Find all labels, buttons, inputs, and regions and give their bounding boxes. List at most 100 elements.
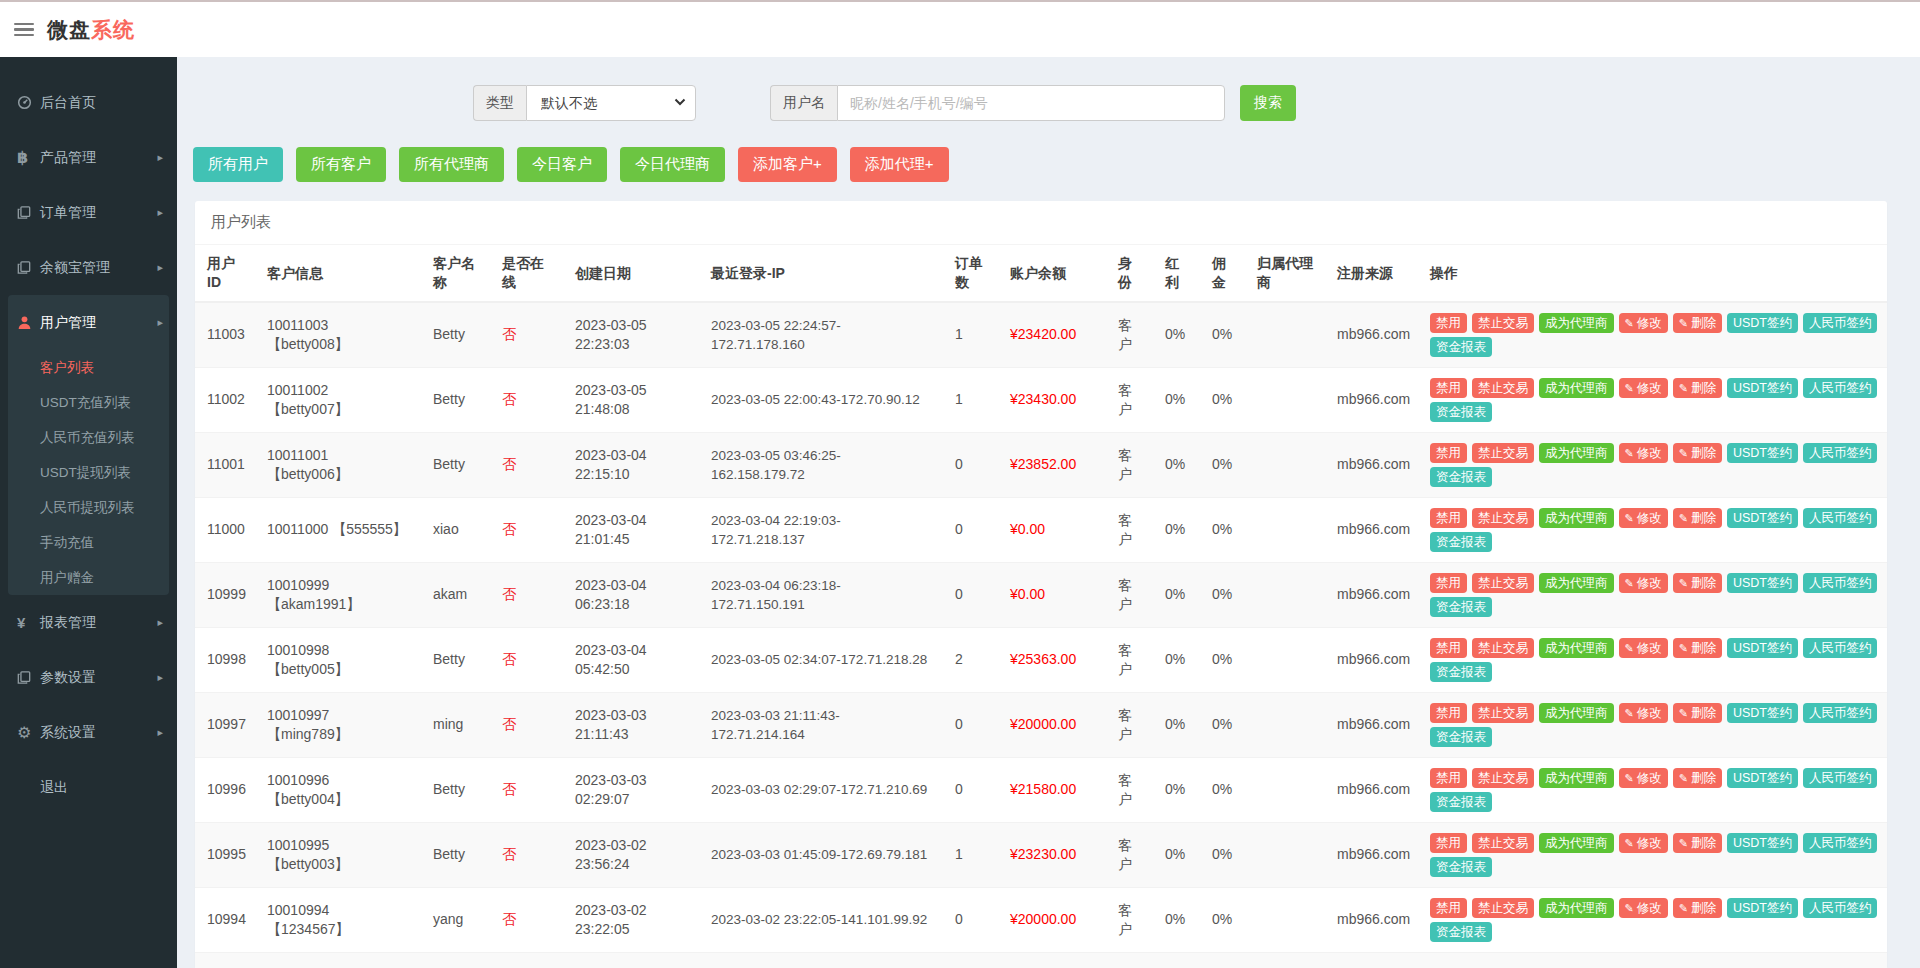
quick-action-4[interactable]: 今日代理商 xyxy=(620,147,725,182)
row-action-修改[interactable]: ✎修改 xyxy=(1619,638,1668,658)
brand-logo[interactable]: 微盘系统 xyxy=(47,16,135,44)
row-action-禁用[interactable]: 禁用 xyxy=(1430,313,1467,333)
row-action-USDT签约[interactable]: USDT签约 xyxy=(1727,898,1798,918)
row-action-修改[interactable]: ✎修改 xyxy=(1619,768,1668,788)
row-action-成为代理商[interactable]: 成为代理商 xyxy=(1539,573,1614,593)
row-action-资金报表[interactable]: 资金报表 xyxy=(1430,792,1492,812)
quick-action-3[interactable]: 今日客户 xyxy=(517,147,607,182)
row-action-禁止交易[interactable]: 禁止交易 xyxy=(1472,443,1534,463)
row-action-成为代理商[interactable]: 成为代理商 xyxy=(1539,508,1614,528)
row-action-修改[interactable]: ✎修改 xyxy=(1619,833,1668,853)
row-action-删除[interactable]: ✎删除 xyxy=(1673,768,1722,788)
row-action-禁止交易[interactable]: 禁止交易 xyxy=(1472,508,1534,528)
sidebar-item-3[interactable]: 余额宝管理▸ xyxy=(0,240,177,295)
row-action-成为代理商[interactable]: 成为代理商 xyxy=(1539,443,1614,463)
row-action-成为代理商[interactable]: 成为代理商 xyxy=(1539,378,1614,398)
quick-action-1[interactable]: 所有客户 xyxy=(296,147,386,182)
row-action-USDT签约[interactable]: USDT签约 xyxy=(1727,508,1798,528)
row-action-USDT签约[interactable]: USDT签约 xyxy=(1727,768,1798,788)
row-action-禁用[interactable]: 禁用 xyxy=(1430,443,1467,463)
row-action-资金报表[interactable]: 资金报表 xyxy=(1430,727,1492,747)
row-action-修改[interactable]: ✎修改 xyxy=(1619,703,1668,723)
row-action-禁止交易[interactable]: 禁止交易 xyxy=(1472,768,1534,788)
sidebar-subitem-0[interactable]: 客户列表 xyxy=(8,350,169,385)
row-action-删除[interactable]: ✎删除 xyxy=(1673,898,1722,918)
row-action-人民币签约[interactable]: 人民币签约 xyxy=(1803,638,1878,658)
row-action-删除[interactable]: ✎删除 xyxy=(1673,313,1722,333)
row-action-USDT签约[interactable]: USDT签约 xyxy=(1727,443,1798,463)
sidebar-item-8[interactable]: 退出 xyxy=(0,760,177,815)
row-action-USDT签约[interactable]: USDT签约 xyxy=(1727,833,1798,853)
row-action-禁用[interactable]: 禁用 xyxy=(1430,573,1467,593)
row-action-USDT签约[interactable]: USDT签约 xyxy=(1727,378,1798,398)
row-action-USDT签约[interactable]: USDT签约 xyxy=(1727,703,1798,723)
row-action-修改[interactable]: ✎修改 xyxy=(1619,508,1668,528)
row-action-修改[interactable]: ✎修改 xyxy=(1619,573,1668,593)
row-action-资金报表[interactable]: 资金报表 xyxy=(1430,337,1492,357)
row-action-人民币签约[interactable]: 人民币签约 xyxy=(1803,573,1878,593)
sidebar-subitem-6[interactable]: 用户赠金 xyxy=(8,560,169,595)
row-action-资金报表[interactable]: 资金报表 xyxy=(1430,467,1492,487)
row-action-成为代理商[interactable]: 成为代理商 xyxy=(1539,768,1614,788)
sidebar-subitem-2[interactable]: 人民币充值列表 xyxy=(8,420,169,455)
row-action-修改[interactable]: ✎修改 xyxy=(1619,313,1668,333)
quick-action-2[interactable]: 所有代理商 xyxy=(399,147,504,182)
row-action-人民币签约[interactable]: 人民币签约 xyxy=(1803,833,1878,853)
row-action-资金报表[interactable]: 资金报表 xyxy=(1430,662,1492,682)
row-action-禁用[interactable]: 禁用 xyxy=(1430,833,1467,853)
row-action-USDT签约[interactable]: USDT签约 xyxy=(1727,638,1798,658)
row-action-禁用[interactable]: 禁用 xyxy=(1430,703,1467,723)
row-action-删除[interactable]: ✎删除 xyxy=(1673,573,1722,593)
row-action-删除[interactable]: ✎删除 xyxy=(1673,378,1722,398)
row-action-成为代理商[interactable]: 成为代理商 xyxy=(1539,703,1614,723)
username-input[interactable] xyxy=(837,85,1225,121)
row-action-人民币签约[interactable]: 人民币签约 xyxy=(1803,703,1878,723)
row-action-成为代理商[interactable]: 成为代理商 xyxy=(1539,833,1614,853)
row-action-禁止交易[interactable]: 禁止交易 xyxy=(1472,313,1534,333)
row-action-人民币签约[interactable]: 人民币签约 xyxy=(1803,898,1878,918)
sidebar-item-2[interactable]: 订单管理▸ xyxy=(0,185,177,240)
row-action-修改[interactable]: ✎修改 xyxy=(1619,378,1668,398)
row-action-禁止交易[interactable]: 禁止交易 xyxy=(1472,573,1534,593)
row-action-人民币签约[interactable]: 人民币签约 xyxy=(1803,378,1878,398)
row-action-人民币签约[interactable]: 人民币签约 xyxy=(1803,508,1878,528)
row-action-人民币签约[interactable]: 人民币签约 xyxy=(1803,313,1878,333)
row-action-人民币签约[interactable]: 人民币签约 xyxy=(1803,443,1878,463)
row-action-资金报表[interactable]: 资金报表 xyxy=(1430,857,1492,877)
sidebar-item-6[interactable]: 参数设置▸ xyxy=(0,650,177,705)
row-action-资金报表[interactable]: 资金报表 xyxy=(1430,532,1492,552)
sidebar-subitem-3[interactable]: USDT提现列表 xyxy=(8,455,169,490)
row-action-删除[interactable]: ✎删除 xyxy=(1673,833,1722,853)
sidebar-subitem-4[interactable]: 人民币提现列表 xyxy=(8,490,169,525)
sidebar-item-1[interactable]: ฿产品管理▸ xyxy=(0,130,177,185)
sidebar-subitem-5[interactable]: 手动充值 xyxy=(8,525,169,560)
sidebar-item-0[interactable]: 后台首页 xyxy=(0,75,177,130)
row-action-禁止交易[interactable]: 禁止交易 xyxy=(1472,703,1534,723)
type-select[interactable]: 默认不选 xyxy=(526,85,696,121)
row-action-资金报表[interactable]: 资金报表 xyxy=(1430,597,1492,617)
sidebar-item-5[interactable]: ¥报表管理▸ xyxy=(0,595,177,650)
search-button[interactable]: 搜索 xyxy=(1240,85,1296,121)
row-action-禁止交易[interactable]: 禁止交易 xyxy=(1472,378,1534,398)
hamburger-menu-icon[interactable] xyxy=(14,20,34,40)
quick-action-0[interactable]: 所有用户 xyxy=(193,147,283,182)
sidebar-item-7[interactable]: ⚙系统设置▸ xyxy=(0,705,177,760)
row-action-禁用[interactable]: 禁用 xyxy=(1430,638,1467,658)
quick-action-5[interactable]: 添加客户+ xyxy=(738,147,837,182)
row-action-人民币签约[interactable]: 人民币签约 xyxy=(1803,768,1878,788)
row-action-修改[interactable]: ✎修改 xyxy=(1619,443,1668,463)
sidebar-item-4[interactable]: 用户管理▸ xyxy=(8,295,169,350)
row-action-禁止交易[interactable]: 禁止交易 xyxy=(1472,833,1534,853)
quick-action-6[interactable]: 添加代理+ xyxy=(850,147,949,182)
row-action-修改[interactable]: ✎修改 xyxy=(1619,898,1668,918)
row-action-禁用[interactable]: 禁用 xyxy=(1430,898,1467,918)
row-action-禁用[interactable]: 禁用 xyxy=(1430,508,1467,528)
row-action-成为代理商[interactable]: 成为代理商 xyxy=(1539,313,1614,333)
row-action-禁用[interactable]: 禁用 xyxy=(1430,378,1467,398)
row-action-禁用[interactable]: 禁用 xyxy=(1430,768,1467,788)
row-action-删除[interactable]: ✎删除 xyxy=(1673,638,1722,658)
row-action-USDT签约[interactable]: USDT签约 xyxy=(1727,313,1798,333)
row-action-USDT签约[interactable]: USDT签约 xyxy=(1727,573,1798,593)
row-action-禁止交易[interactable]: 禁止交易 xyxy=(1472,638,1534,658)
sidebar-subitem-1[interactable]: USDT充值列表 xyxy=(8,385,169,420)
